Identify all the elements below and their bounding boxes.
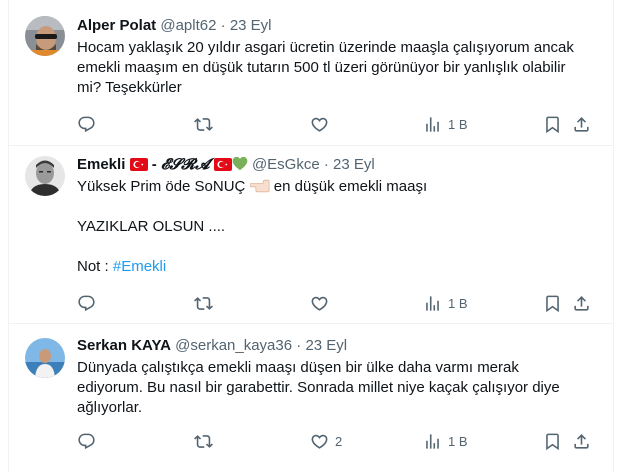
tweet-date[interactable]: 23 Eyl [305, 337, 347, 354]
retweet-icon [194, 294, 213, 313]
user-handle[interactable]: @EsGkce [252, 156, 320, 173]
turkey-flag-icon [214, 158, 232, 171]
views-icon [423, 294, 442, 313]
tweet-actions: 1 B [77, 292, 599, 314]
avatar-image [25, 338, 65, 378]
views-icon [423, 432, 442, 451]
bookmark-icon [543, 294, 562, 313]
avatar-image [25, 156, 65, 196]
tweet-text-segment: Not : [77, 258, 113, 275]
tweet-text-line: mi? Teşekkürler [77, 79, 182, 96]
view-count: 1 B [448, 116, 468, 132]
display-name-styled: 𝓔𝓢𝓡𝓐 [160, 155, 210, 173]
avatar-image [25, 16, 65, 56]
tweet-text-line: ediyorum. Bu nasıl bir garabettir. Sonra… [77, 379, 560, 396]
like-button[interactable] [310, 292, 335, 314]
tweet-text-line: Not : #Emekli [77, 257, 599, 277]
reply-button[interactable] [77, 113, 96, 135]
bookmark-icon [543, 432, 562, 451]
display-name[interactable]: Emekli - 𝓔𝓢𝓡𝓐 [77, 155, 252, 173]
share-button[interactable] [572, 113, 591, 135]
avatar[interactable] [25, 338, 65, 378]
tweet-header: Emekli - 𝓔𝓢𝓡𝓐 @EsGkce · 23 Eyl [77, 154, 599, 175]
user-handle[interactable]: @aplt62 [160, 17, 216, 34]
retweet-button[interactable] [194, 113, 213, 135]
reply-icon [77, 115, 96, 134]
tweet-text-line: Dünyada çalıştıkça emekli maaşı düşen bi… [77, 359, 519, 376]
tweet[interactable]: Alper Polat @aplt62 · 23 Eyl Hocam yakla… [8, 0, 614, 146]
timeline: Alper Polat @aplt62 · 23 Eyl Hocam yakla… [0, 0, 641, 472]
share-icon [572, 294, 591, 313]
like-count: 2 [335, 433, 343, 449]
like-icon [310, 432, 329, 451]
tweet-header: Alper Polat @aplt62 · 23 Eyl [77, 16, 599, 36]
view-count: 1 B [448, 433, 468, 449]
share-button[interactable] [572, 292, 591, 314]
views-icon [423, 115, 442, 134]
avatar[interactable] [25, 16, 65, 56]
like-icon [310, 115, 329, 134]
bookmark-button[interactable] [543, 430, 562, 452]
tweet-text-segment: en düşük emekli maaşı [273, 178, 428, 195]
tweet-header: Serkan KAYA @serkan_kaya36 · 23 Eyl [77, 336, 599, 356]
turkey-flag-icon [130, 158, 148, 171]
user-handle[interactable]: @serkan_kaya36 [175, 337, 292, 354]
share-icon [572, 432, 591, 451]
views-button[interactable]: 1 B [423, 292, 468, 314]
tweet-actions: 1 B [77, 113, 599, 135]
separator-dot: · [220, 17, 226, 34]
pointing-right-icon [249, 179, 270, 193]
display-name-separator: - [147, 156, 161, 173]
display-name-text: Emekli [77, 156, 126, 173]
view-count: 1 B [448, 295, 468, 311]
views-button[interactable]: 1 B [423, 113, 468, 135]
display-name[interactable]: Serkan KAYA [77, 337, 171, 354]
tweet-text-line: Yüksek Prim öde SoNUÇ en düşük emekli ma… [77, 177, 599, 197]
like-icon [310, 294, 329, 313]
tweet-text: Hocam yaklaşık 20 yıldır asgari ücretin … [77, 38, 599, 98]
like-button[interactable] [310, 113, 335, 135]
separator-dot: · [323, 156, 329, 173]
reply-icon [77, 432, 96, 451]
share-icon [572, 115, 591, 134]
tweet[interactable]: Emekli - 𝓔𝓢𝓡𝓐 @EsGkce · 23 Eyl Yüksek Pr… [8, 146, 614, 324]
retweet-button[interactable] [194, 430, 213, 452]
tweet-text-line: ağlıyorlar. [77, 399, 143, 416]
reply-button[interactable] [77, 430, 96, 452]
tweet[interactable]: Serkan KAYA @serkan_kaya36 · 23 Eyl Düny… [8, 324, 614, 472]
share-button[interactable] [572, 430, 591, 452]
tweet-text-line: emekli maaşım en düşük tutarın 500 tl üz… [77, 59, 566, 76]
green-heart-icon [232, 156, 248, 171]
bookmark-button[interactable] [543, 113, 562, 135]
tweet-text-segment: Yüksek Prim öde SoNUÇ [77, 178, 246, 195]
tweet-actions: 2 1 B [77, 430, 599, 452]
bookmark-icon [543, 115, 562, 134]
bookmark-button[interactable] [543, 292, 562, 314]
tweet-text: Dünyada çalıştıkça emekli maaşı düşen bi… [77, 358, 599, 418]
avatar[interactable] [25, 156, 65, 196]
reply-icon [77, 294, 96, 313]
tweet-date[interactable]: 23 Eyl [230, 17, 272, 34]
tweet-text-line: Hocam yaklaşık 20 yıldır asgari ücretin … [77, 39, 574, 56]
separator-dot: · [296, 337, 302, 354]
display-name[interactable]: Alper Polat [77, 17, 156, 34]
tweet-date[interactable]: 23 Eyl [333, 156, 375, 173]
tweet-text-line: YAZIKLAR OLSUN .... [77, 218, 226, 235]
tweet-text: Yüksek Prim öde SoNUÇ en düşük emekli ma… [77, 177, 599, 277]
retweet-button[interactable] [194, 292, 213, 314]
views-button[interactable]: 1 B [423, 430, 468, 452]
retweet-icon [194, 432, 213, 451]
hashtag-link[interactable]: #Emekli [113, 258, 166, 275]
like-button[interactable]: 2 [310, 430, 342, 452]
reply-button[interactable] [77, 292, 96, 314]
retweet-icon [194, 115, 213, 134]
